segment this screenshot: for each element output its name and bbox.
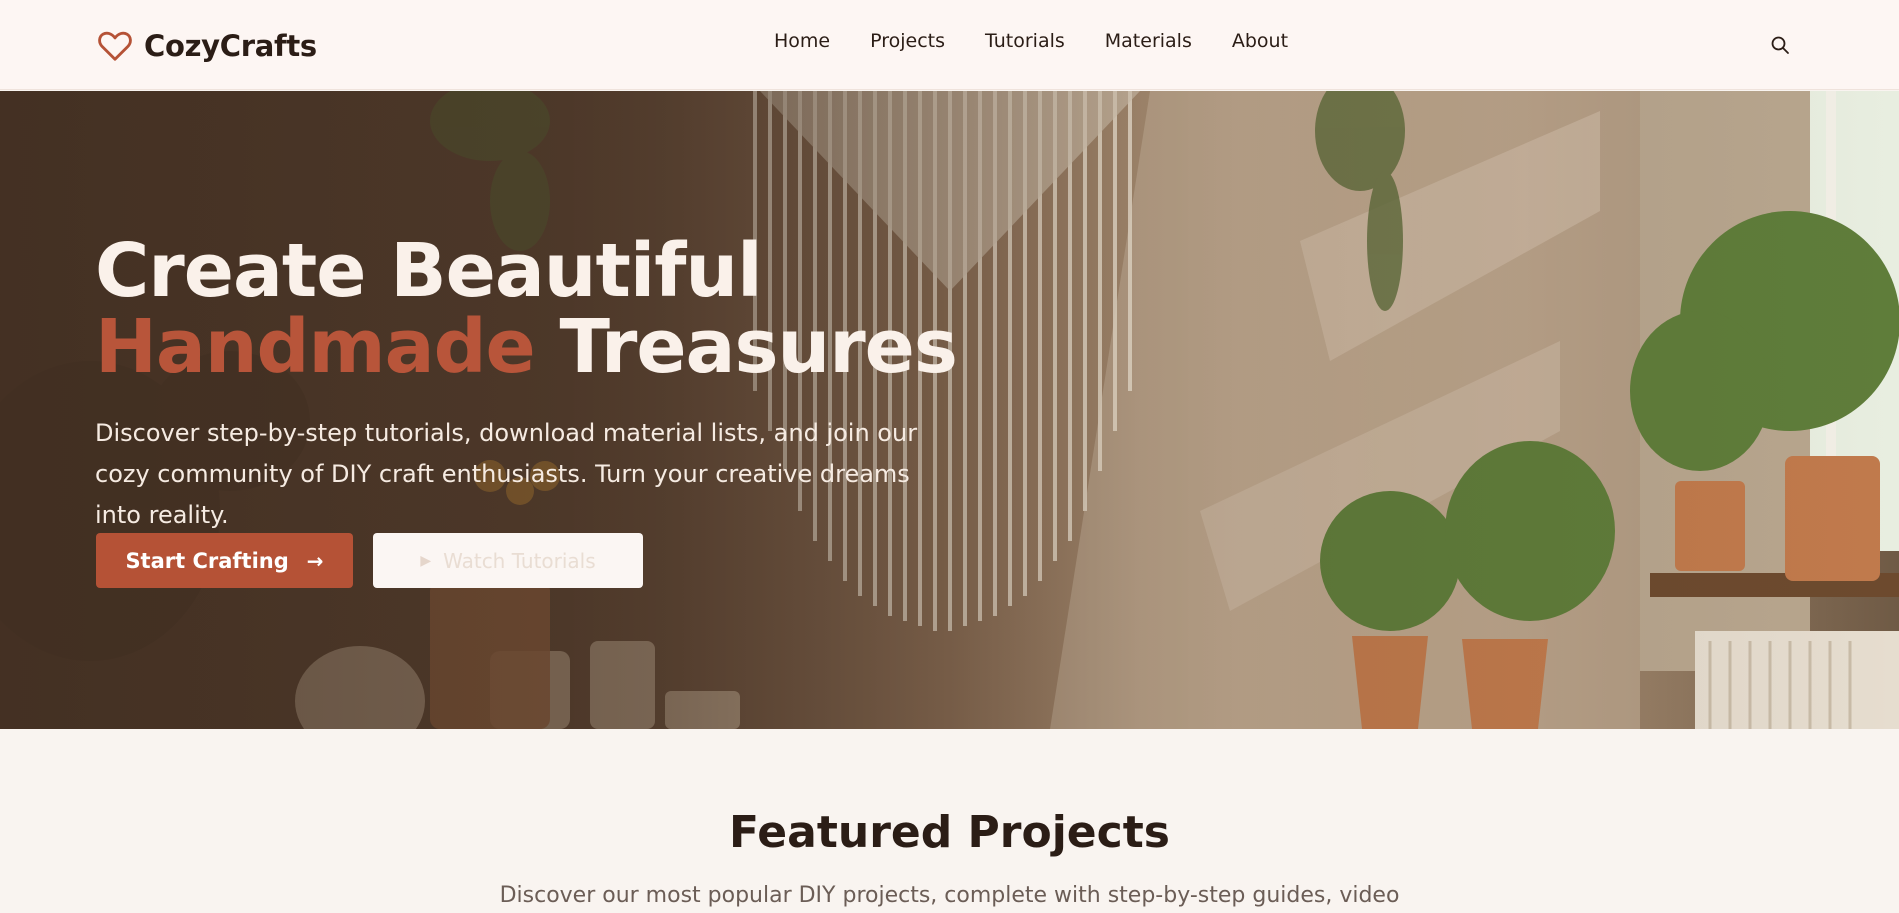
nav-projects[interactable]: Projects [870,30,945,52]
play-icon: ▶ [420,552,432,569]
featured-projects-subtitle: Discover our most popular DIY projects, … [499,883,1400,908]
start-crafting-button[interactable]: Start Crafting → [96,533,353,588]
hero-title-line1: Create Beautiful [95,228,762,314]
site-header: CozyCrafts Home Projects Tutorials Mater… [0,0,1899,90]
nav-home[interactable]: Home [774,30,830,52]
nav-about[interactable]: About [1232,30,1288,52]
main-nav: Home Projects Tutorials Materials About [774,30,1288,52]
brand-name: CozyCrafts [144,29,317,63]
hero-title: Create Beautiful Handmade Treasures [95,233,958,385]
brand-logo[interactable]: CozyCrafts [96,24,317,68]
featured-projects-title: Featured Projects [729,807,1170,858]
hero-title-accent: Handmade [95,304,536,390]
watch-tutorials-label: Watch Tutorials [443,548,596,573]
watch-tutorials-button[interactable]: ▶ Watch Tutorials [373,533,643,588]
nav-tutorials[interactable]: Tutorials [985,30,1065,52]
arrow-right-icon: → [306,548,324,573]
hero-title-rest: Treasures [534,304,957,390]
search-icon[interactable] [1768,33,1792,57]
hero-section: Create Beautiful Handmade Treasures Disc… [0,91,1899,729]
hero-subtitle: Discover step-by-step tutorials, downloa… [95,419,918,529]
nav-materials[interactable]: Materials [1105,30,1192,52]
start-crafting-label: Start Crafting [125,548,289,573]
heart-outline-icon [98,31,132,61]
hero-overlay [0,91,1899,729]
